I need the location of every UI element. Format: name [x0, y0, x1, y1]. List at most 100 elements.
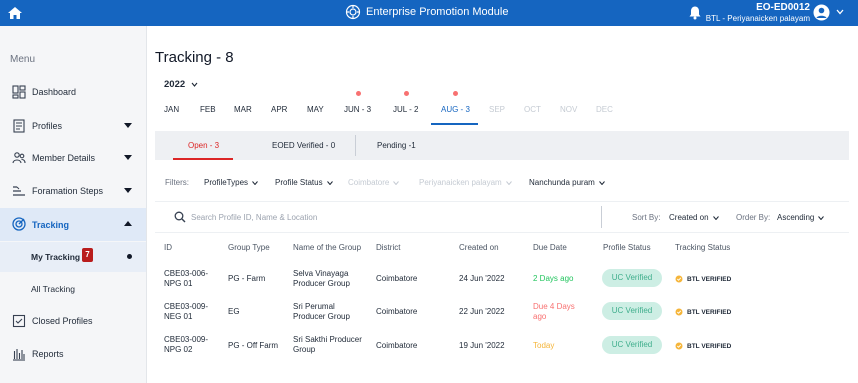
active-dot — [127, 254, 132, 259]
cell-created-on: 24 Jun '2022 — [459, 274, 505, 283]
month-tab-jan[interactable]: JAN — [164, 105, 179, 114]
month-indicator-dot — [356, 91, 361, 96]
tracking-status: BTL VERIFIED — [675, 308, 731, 316]
month-tab-may[interactable]: MAY — [307, 105, 324, 114]
cell-id-line: CBE03-006- — [164, 269, 209, 278]
count-badge: 7 — [82, 248, 93, 262]
filter-panchayat[interactable]: Nanchunda puram — [529, 178, 605, 187]
tab-divider — [355, 135, 356, 156]
search-input[interactable] — [191, 210, 491, 224]
order-by-value: Ascending — [777, 213, 815, 222]
sidebar-subitem-all-tracking[interactable]: All Tracking — [0, 274, 146, 304]
search-divider — [601, 206, 602, 228]
chevron-down-icon — [326, 181, 333, 185]
verified-badge-icon — [675, 275, 683, 283]
month-tab-feb[interactable]: FEB — [200, 105, 216, 114]
filter-label: ProfileTypes — [204, 178, 249, 187]
sidebar-item-label: Member Details — [32, 153, 96, 163]
cell-name-line: Selva Vinayaga — [293, 269, 349, 278]
cell-name-line: Group — [293, 344, 316, 354]
sidebar-subitem-label: My Tracking — [31, 252, 81, 262]
cell-id: CBE03-006- NPG 01 — [164, 269, 208, 288]
profiles-icon — [13, 119, 25, 133]
chevron-down-icon[interactable] — [836, 9, 844, 15]
cell-name-line: Sri Perumal — [293, 302, 335, 311]
cell-group-name: Sri Sakthi Producer Group — [293, 335, 362, 354]
sidebar-item-member-details[interactable]: Member Details — [0, 142, 146, 174]
verified-badge-icon — [675, 342, 683, 350]
caret-down-icon — [124, 188, 132, 193]
cell-district: Coimbatore — [376, 274, 418, 283]
chevron-down-icon[interactable] — [191, 82, 198, 87]
month-tab-nov: NOV — [560, 105, 578, 114]
chevron-down-icon — [505, 181, 512, 185]
month-tab-aug[interactable]: AUG - 3 — [441, 105, 470, 114]
search-row: Sort By: Created on Order By: Ascending — [155, 201, 849, 233]
cell-id-line: NPG 01 — [164, 278, 193, 288]
sidebar-item-tracking[interactable]: Tracking — [0, 208, 146, 241]
cell-group-name: Sri Perumal Producer Group — [293, 302, 350, 321]
sidebar-item-label: Reports — [32, 349, 64, 359]
filter-profile-types[interactable]: ProfileTypes — [204, 178, 258, 187]
sidebar-item-label: Dashboard — [32, 87, 77, 97]
month-tab-jul[interactable]: JUL - 2 — [393, 105, 419, 114]
column-header-profile-status: Profile Status — [603, 243, 651, 252]
search-icon — [174, 211, 186, 223]
active-month-underline — [431, 123, 478, 125]
user-avatar-icon[interactable] — [813, 4, 830, 21]
sidebar: Menu Dashboard Profiles Member Details F… — [0, 26, 147, 383]
sidebar-item-foramation-steps[interactable]: Foramation Steps — [0, 175, 146, 207]
tab-open[interactable]: Open - 3 — [188, 141, 219, 150]
order-by-select[interactable]: Ascending — [777, 213, 825, 222]
cell-id: CBE03-009- NPG 02 — [164, 335, 208, 354]
month-tab-apr[interactable]: APR — [271, 105, 287, 114]
cell-id: CBE03-009- NEG 01 — [164, 302, 208, 321]
filter-label: Periyanaicken palayam — [419, 178, 502, 187]
chevron-down-icon — [252, 181, 258, 185]
tracking-status-label: BTL VERIFIED — [687, 342, 732, 350]
cell-group-type: PG - Off Farm — [228, 341, 279, 350]
filter-label: Profile Status — [275, 178, 323, 187]
home-icon[interactable] — [7, 5, 23, 21]
cell-created-on: 19 Jun '2022 — [459, 341, 505, 350]
cell-group-type: EG — [228, 307, 240, 316]
column-header-district: District — [376, 243, 401, 252]
filter-profile-status[interactable]: Profile Status — [275, 178, 333, 187]
column-header-id: ID — [164, 243, 172, 252]
column-header-created-on: Created on — [459, 243, 499, 252]
cell-id-line: CBE03-009- — [164, 302, 209, 311]
caret-up-icon — [124, 221, 132, 226]
cell-district: Coimbatore — [376, 307, 418, 316]
chevron-down-icon — [393, 181, 400, 185]
user-info[interactable]: EO-ED0012 BTL - Periyanaicken palayam — [706, 2, 810, 24]
menu-title: Menu — [10, 54, 36, 65]
sidebar-item-closed-profiles[interactable]: Closed Profiles — [0, 305, 146, 337]
sidebar-item-dashboard[interactable]: Dashboard — [0, 76, 146, 108]
notification-bell-icon[interactable] — [688, 5, 702, 20]
tab-pending[interactable]: Pending -1 — [377, 141, 416, 150]
order-by-label: Order By: — [736, 213, 771, 222]
month-tab-mar[interactable]: MAR — [234, 105, 252, 114]
filter-block: Periyanaicken palayam — [419, 178, 512, 187]
month-tab-jun[interactable]: JUN - 3 — [344, 105, 371, 114]
filters-label: Filters: — [165, 178, 189, 187]
sort-by-value: Created on — [669, 213, 709, 222]
page-title: Tracking - 8 — [155, 49, 234, 66]
sidebar-subitem-label: All Tracking — [31, 284, 75, 294]
cell-due-date: 2 Days ago — [533, 274, 574, 283]
cell-due-line: Due 4 Days — [533, 302, 575, 311]
column-header-due-date: Due Date — [533, 243, 567, 252]
user-id: EO-ED0012 — [756, 2, 810, 13]
sidebar-item-reports[interactable]: Reports — [0, 338, 146, 370]
sort-by-label: Sort By: — [632, 213, 661, 222]
sidebar-subitem-my-tracking[interactable]: My Tracking 7 — [0, 242, 146, 272]
year-selector[interactable]: 2022 — [164, 79, 185, 90]
sidebar-item-label: Tracking — [32, 219, 70, 230]
sidebar-item-profiles[interactable]: Profiles — [0, 110, 146, 142]
tab-eoed-verified[interactable]: EOED Verified - 0 — [272, 141, 335, 150]
sort-by-select[interactable]: Created on — [669, 213, 719, 222]
profile-status-badge: UC Verified — [602, 269, 662, 287]
chevron-down-icon — [598, 181, 605, 185]
profile-status-badge: UC Verified — [602, 336, 662, 354]
profile-status-badge: UC Verified — [602, 302, 662, 320]
